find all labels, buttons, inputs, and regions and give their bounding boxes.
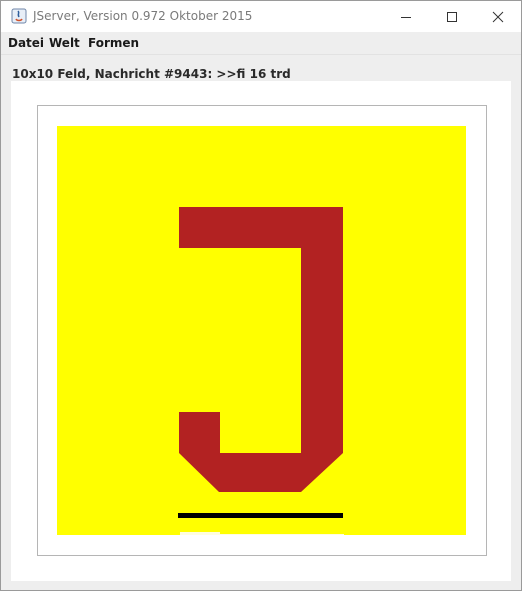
title-bar[interactable]: JServer, Version 0.972 Oktober 2015 bbox=[1, 1, 521, 32]
board-canvas bbox=[178, 207, 344, 535]
maximize-button[interactable] bbox=[429, 1, 475, 32]
menu-welt[interactable]: Welt bbox=[49, 36, 80, 50]
underline-ghost bbox=[180, 532, 220, 535]
minimize-icon bbox=[401, 16, 411, 18]
minimize-button[interactable] bbox=[383, 1, 429, 32]
status-message: 10x10 Feld, Nachricht #9443: >>fi 16 trd bbox=[12, 67, 291, 81]
underline-bar bbox=[178, 513, 343, 518]
app-window: JServer, Version 0.972 Oktober 2015 Date… bbox=[0, 0, 522, 591]
close-icon bbox=[492, 11, 504, 22]
maximize-icon bbox=[447, 11, 457, 22]
close-button[interactable] bbox=[475, 1, 521, 32]
game-board[interactable] bbox=[57, 126, 466, 535]
menu-bar: Datei Welt Formen bbox=[1, 32, 521, 55]
window-title: JServer, Version 0.972 Oktober 2015 bbox=[33, 9, 253, 23]
underline-ghost-2 bbox=[220, 534, 344, 535]
java-app-icon bbox=[11, 8, 27, 24]
letter-j-shape bbox=[179, 207, 343, 492]
menu-formen[interactable]: Formen bbox=[88, 36, 139, 50]
menu-datei[interactable]: Datei bbox=[8, 36, 44, 50]
